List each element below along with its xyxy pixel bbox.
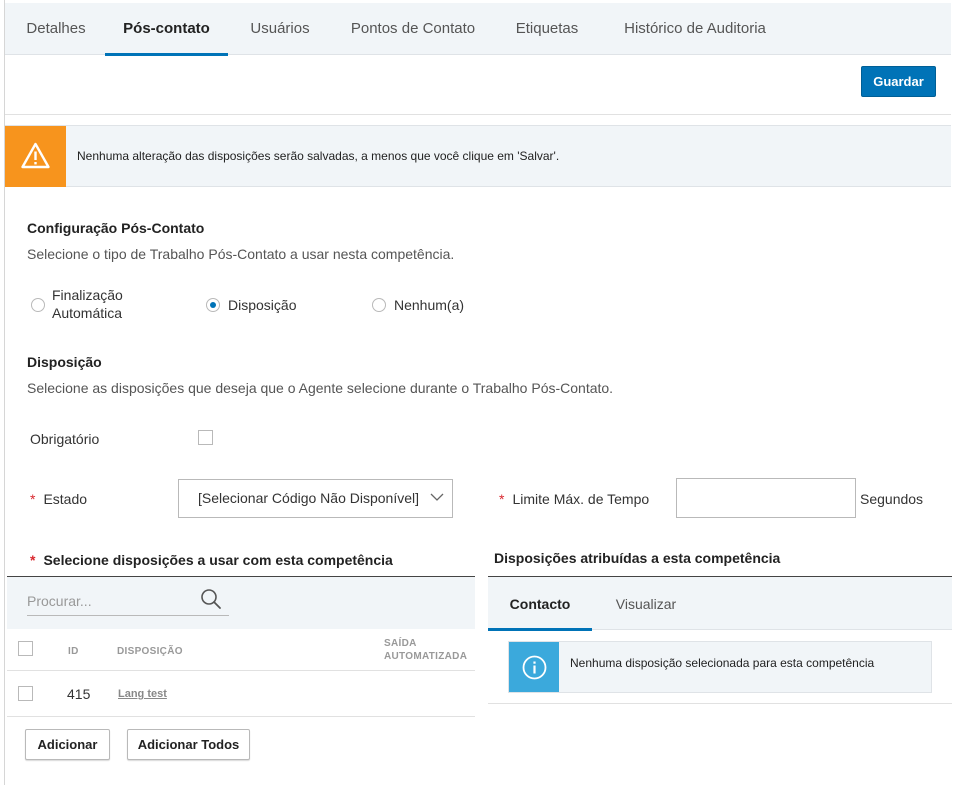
- max-time-input[interactable]: [676, 478, 856, 518]
- tab-preview[interactable]: Visualizar: [602, 577, 690, 630]
- search-input[interactable]: [27, 586, 229, 616]
- radio-auto-finish-label[interactable]: Finalização Automática: [52, 286, 123, 322]
- assigned-panel-bottom-divider: [488, 703, 952, 704]
- required-marker: *: [499, 491, 505, 507]
- table-row: 415 Lang test: [7, 671, 475, 717]
- column-auto-exit[interactable]: SAÍDA AUTOMATIZADA: [384, 637, 467, 663]
- column-id[interactable]: ID: [68, 646, 79, 657]
- info-icon: [522, 655, 547, 680]
- state-select[interactable]: [Selecionar Código Não Disponível]: [178, 479, 453, 518]
- save-button[interactable]: Guardar: [861, 66, 936, 97]
- page-left-border: [4, 0, 5, 785]
- row-disposition-link[interactable]: Lang test: [118, 688, 167, 700]
- header-separator: [5, 114, 951, 115]
- post-contact-description: Selecione o tipo de Trabalho Pós-Contato…: [27, 246, 455, 262]
- state-label: * Estado: [30, 491, 88, 507]
- required-marker: *: [30, 552, 36, 568]
- post-contact-title: Configuração Pós-Contato: [27, 220, 205, 236]
- state-select-value: [Selecionar Código Não Disponível]: [198, 490, 420, 506]
- row-id: 415: [67, 686, 91, 702]
- tab-details[interactable]: Detalhes: [17, 3, 95, 55]
- column-disposition[interactable]: DISPOSIÇÃO: [117, 646, 183, 657]
- max-time-label: * Limite Máx. de Tempo: [499, 491, 650, 507]
- info-text: Nenhuma disposição selecionada para esta…: [570, 656, 875, 670]
- search-area: [7, 577, 475, 629]
- radio-none[interactable]: [372, 298, 386, 312]
- tab-contact-points[interactable]: Pontos de Contato: [339, 3, 487, 55]
- radio-none-label[interactable]: Nenhum(a): [394, 296, 464, 314]
- warning-text: Nenhuma alteração das disposições serão …: [77, 149, 560, 163]
- required-marker: *: [30, 491, 36, 507]
- seconds-label: Segundos: [860, 491, 924, 507]
- info-message: Nenhuma disposição selecionada para esta…: [508, 641, 932, 693]
- assigned-tab-bar: Contacto Visualizar: [488, 577, 952, 631]
- radio-disposition-label[interactable]: Disposição: [228, 296, 296, 314]
- warning-triangle-icon: [21, 142, 50, 169]
- tab-audit-history[interactable]: Histórico de Auditoria: [609, 3, 781, 55]
- add-button[interactable]: Adicionar: [25, 729, 110, 760]
- info-icon-box: [509, 642, 559, 692]
- chevron-down-icon: [430, 493, 444, 501]
- select-all-checkbox[interactable]: [18, 641, 33, 656]
- tab-users[interactable]: Usuários: [241, 3, 319, 55]
- radio-disposition[interactable]: [206, 298, 220, 312]
- add-all-button[interactable]: Adicionar Todos: [127, 729, 250, 760]
- radio-auto-finish[interactable]: [31, 298, 45, 312]
- tab-tags[interactable]: Etiquetas: [505, 3, 589, 55]
- disposition-title: Disposição: [27, 354, 102, 370]
- tab-post-contact[interactable]: Pós-contato: [105, 3, 228, 56]
- disposition-description: Selecione as disposições que deseja que …: [27, 380, 614, 396]
- assigned-panel-title: Disposições atribuídas a esta competênci…: [494, 550, 781, 566]
- required-label: Obrigatório: [30, 431, 100, 447]
- search-icon[interactable]: [200, 588, 222, 610]
- tab-contact[interactable]: Contacto: [488, 577, 592, 631]
- required-checkbox[interactable]: [198, 430, 213, 445]
- select-panel-title: * Selecione disposições a usar com esta c…: [30, 552, 393, 568]
- tab-bar: Detalhes Pós-contato Usuários Pontos de …: [5, 3, 951, 56]
- warning-icon-box: [5, 126, 66, 187]
- table-header: ID DISPOSIÇÃO SAÍDA AUTOMATIZADA: [7, 629, 475, 671]
- row-checkbox[interactable]: [18, 686, 33, 701]
- warning-banner: Nenhuma alteração das disposições serão …: [5, 125, 951, 187]
